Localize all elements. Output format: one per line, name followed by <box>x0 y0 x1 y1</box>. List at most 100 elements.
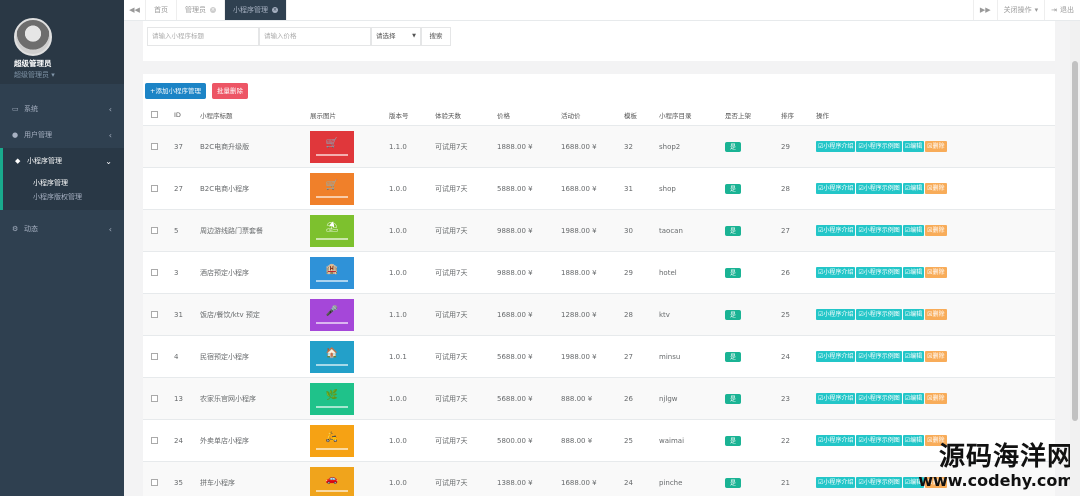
sidebar-item-system[interactable]: ▭ 系统 ‹ <box>0 96 124 122</box>
avatar[interactable] <box>14 18 52 56</box>
on-shelf-badge[interactable]: 是 <box>725 141 741 152</box>
add-button[interactable]: +添加小程序管理 <box>145 83 206 99</box>
close-icon[interactable]: × <box>210 7 216 13</box>
row-checkbox[interactable] <box>151 336 158 377</box>
cell-dir: ktv <box>659 310 670 319</box>
thumbnail-glyph: 🚗 <box>325 473 339 485</box>
sign-out-icon: ⇥ <box>1051 6 1057 14</box>
on-shelf-badge[interactable]: 是 <box>725 477 741 488</box>
edit-button[interactable]: ☑编辑 <box>902 183 925 194</box>
intro-button[interactable]: ☑小程序介绍 <box>816 225 856 236</box>
on-shelf-badge[interactable]: 是 <box>725 393 741 404</box>
tabs-scroll-right-button[interactable]: ▶▶ <box>972 0 997 20</box>
intro-button[interactable]: ☑小程序介绍 <box>816 393 856 404</box>
col-header-version: 版本号 <box>389 111 409 120</box>
edit-button[interactable]: ☑编辑 <box>902 309 925 320</box>
page-scrollbar[interactable] <box>1070 21 1080 496</box>
cell-sale: 1688.00 ¥ <box>561 184 597 193</box>
row-checkbox[interactable] <box>151 126 158 167</box>
sidebar-subitem-miniprogram[interactable]: 小程序管理 <box>3 176 124 190</box>
row-checkbox[interactable] <box>151 378 158 419</box>
sidebar-subitem-copyright[interactable]: 小程序版权管理 <box>3 190 124 204</box>
select-all-checkbox[interactable] <box>151 104 158 125</box>
status-select[interactable]: 请选择 ▼ <box>371 27 421 46</box>
checkbox-box <box>151 437 158 444</box>
delete-button[interactable]: ☒删除 <box>925 267 947 278</box>
cell-price: 5688.00 ¥ <box>497 394 533 403</box>
table-row: 31 饭店/餐饮/ktv 预定 1.1.0 可试用7天 1688.00 ¥ 1288.00… <box>143 293 1055 335</box>
example-images-button[interactable]: ☑小程序示例图 <box>856 309 902 320</box>
sidebar-item-dynamic[interactable]: ⚙ 动态 ‹ <box>0 216 124 242</box>
search-button[interactable]: 搜索 <box>421 27 451 46</box>
intro-button[interactable]: ☑小程序介绍 <box>816 267 856 278</box>
delete-button[interactable]: ☒删除 <box>925 225 947 236</box>
tabs-scroll-left-button[interactable]: ◀◀ <box>124 0 146 20</box>
intro-button[interactable]: ☑小程序介绍 <box>816 477 856 488</box>
cell-title: 拼车小程序 <box>200 478 235 487</box>
title-search-input[interactable]: 请输入小程序标题 <box>147 27 259 46</box>
sidebar-item-users[interactable]: ● 用户管理 ‹ <box>0 122 124 148</box>
cell-actions: ☑小程序介绍 ☑小程序示例图 ☑编辑 ☒删除 <box>816 378 947 419</box>
tab-admin[interactable]: 管理员 × <box>177 0 225 20</box>
row-checkbox[interactable] <box>151 210 158 251</box>
example-images-button[interactable]: ☑小程序示例图 <box>856 477 902 488</box>
row-checkbox[interactable] <box>151 462 158 496</box>
thumbnail-image: 🌿 <box>310 382 354 415</box>
cell-tpl: 26 <box>624 394 633 403</box>
scrollbar-thumb[interactable] <box>1072 61 1078 421</box>
close-icon[interactable]: × <box>272 7 278 13</box>
intro-button[interactable]: ☑小程序介绍 <box>816 183 856 194</box>
edit-button[interactable]: ☑编辑 <box>902 225 925 236</box>
intro-button[interactable]: ☑小程序介绍 <box>816 435 856 446</box>
on-shelf-badge[interactable]: 是 <box>725 183 741 194</box>
exit-button[interactable]: ⇥ 退出 <box>1044 0 1080 20</box>
thumbnail-image: 🏨 <box>310 256 354 289</box>
cell-dir: njlgw <box>659 394 678 403</box>
example-images-button[interactable]: ☑小程序示例图 <box>856 183 902 194</box>
delete-button[interactable]: ☒删除 <box>925 351 947 362</box>
row-checkbox[interactable] <box>151 420 158 461</box>
intro-button[interactable]: ☑小程序介绍 <box>816 141 856 152</box>
example-images-button[interactable]: ☑小程序示例图 <box>856 435 902 446</box>
col-header-actions: 操作 <box>816 111 829 120</box>
intro-button[interactable]: ☑小程序介绍 <box>816 351 856 362</box>
price-search-input[interactable]: 请输入价格 <box>259 27 371 46</box>
row-checkbox[interactable] <box>151 252 158 293</box>
delete-button[interactable]: ☒删除 <box>925 141 947 152</box>
tab-home[interactable]: 首页 <box>146 0 177 20</box>
edit-button[interactable]: ☑编辑 <box>902 393 925 404</box>
row-checkbox[interactable] <box>151 294 158 335</box>
cell-version: 1.0.0 <box>389 226 407 235</box>
cell-version: 1.0.0 <box>389 394 407 403</box>
on-shelf-badge[interactable]: 是 <box>725 309 741 320</box>
tab-miniprogram[interactable]: 小程序管理 × <box>225 0 287 20</box>
intro-button[interactable]: ☑小程序介绍 <box>816 309 856 320</box>
example-images-button[interactable]: ☑小程序示例图 <box>856 351 902 362</box>
on-shelf-badge[interactable]: 是 <box>725 351 741 362</box>
cell-tpl: 30 <box>624 226 633 235</box>
edit-button[interactable]: ☑编辑 <box>902 267 925 278</box>
cell-sort: 23 <box>781 394 790 403</box>
edit-button[interactable]: ☑编辑 <box>902 351 925 362</box>
on-shelf-badge[interactable]: 是 <box>725 435 741 446</box>
example-images-button[interactable]: ☑小程序示例图 <box>856 141 902 152</box>
batch-delete-button[interactable]: 批量删除 <box>211 83 248 99</box>
delete-button[interactable]: ☒删除 <box>925 393 947 404</box>
on-shelf-badge[interactable]: 是 <box>725 225 741 236</box>
sidebar-item-miniprogram[interactable]: ◆ 小程序管理 ⌄ <box>0 148 124 174</box>
close-ops-dropdown[interactable]: 关闭操作 ▾ <box>996 0 1045 20</box>
row-checkbox[interactable] <box>151 168 158 209</box>
cell-price: 5800.00 ¥ <box>497 436 533 445</box>
example-images-button[interactable]: ☑小程序示例图 <box>856 267 902 278</box>
cell-tpl: 32 <box>624 142 633 151</box>
example-images-button[interactable]: ☑小程序示例图 <box>856 393 902 404</box>
on-shelf-badge[interactable]: 是 <box>725 267 741 278</box>
profile-role-dropdown[interactable]: 超级管理员 ▾ <box>14 70 124 80</box>
cell-sort: 27 <box>781 226 790 235</box>
example-images-button[interactable]: ☑小程序示例图 <box>856 225 902 236</box>
delete-button[interactable]: ☒删除 <box>925 183 947 194</box>
edit-button[interactable]: ☑编辑 <box>902 141 925 152</box>
delete-button[interactable]: ☒删除 <box>925 309 947 320</box>
chevron-left-icon: ‹ <box>108 104 112 114</box>
cell-actions: ☑小程序介绍 ☑小程序示例图 ☑编辑 ☒删除 <box>816 336 947 377</box>
